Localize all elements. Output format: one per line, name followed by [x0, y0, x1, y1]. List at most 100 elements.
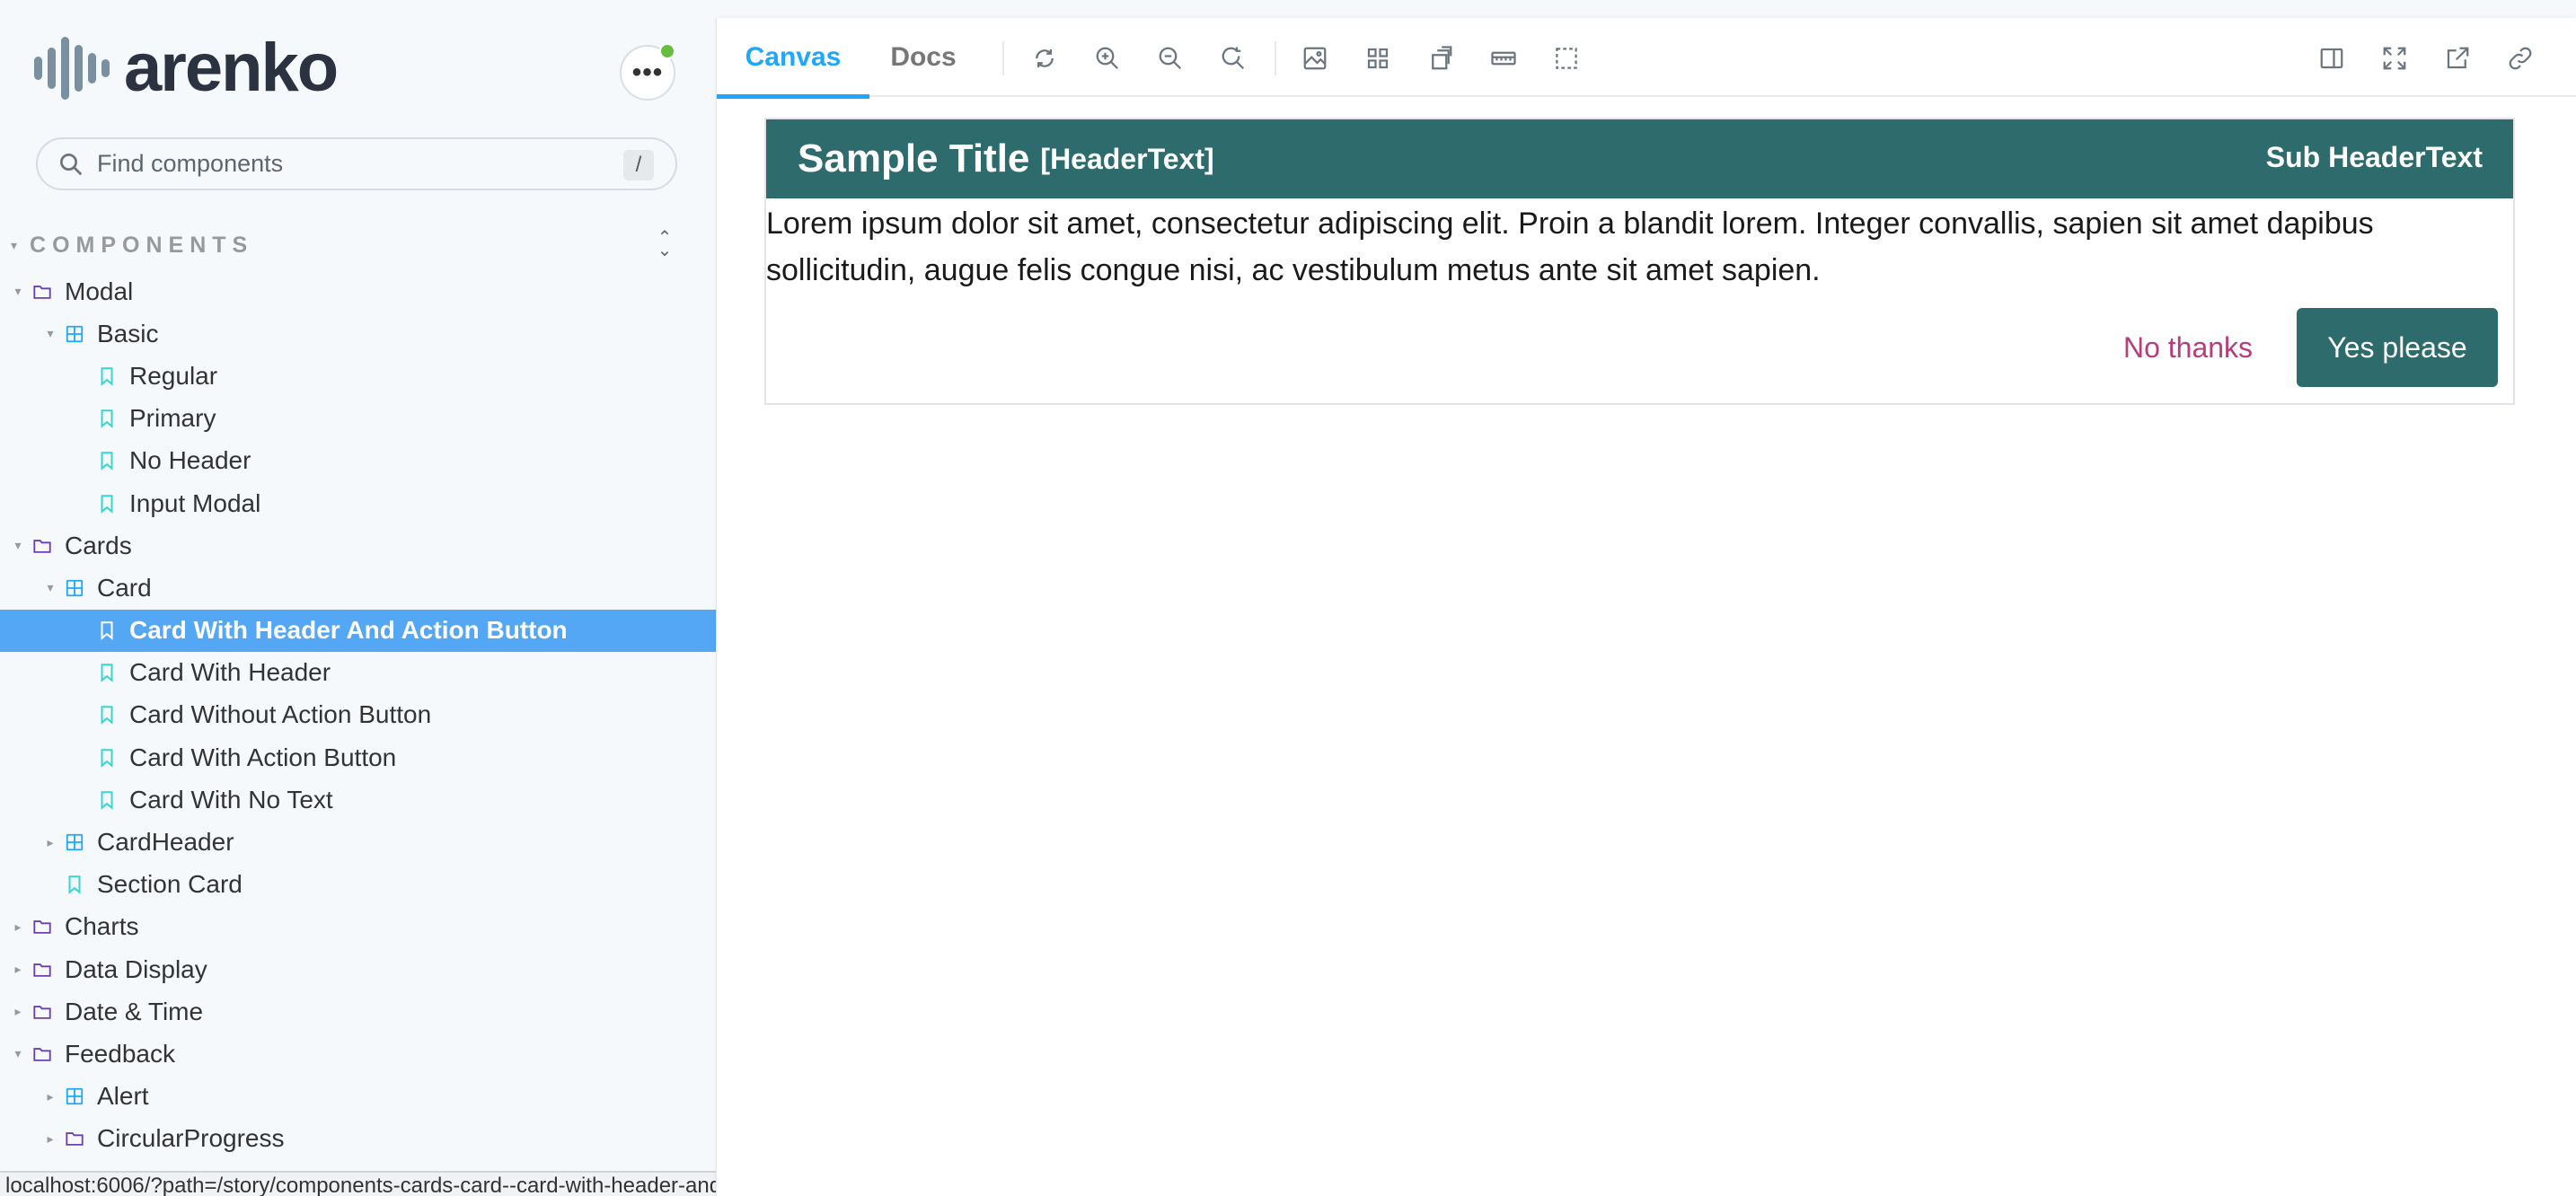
tree-item-label: Date & Time [65, 997, 204, 1025]
tree-item-label: Card With Action Button [129, 743, 397, 771]
preview-panel: Canvas Docs Sample Title [HeaderText] Su… [716, 18, 2576, 1196]
tree-item-story[interactable]: No Header [0, 440, 716, 482]
component-icon [65, 832, 84, 852]
tree-item-folder[interactable]: ▸ Charts [0, 906, 716, 948]
tab-canvas[interactable]: Canvas [717, 18, 869, 99]
tree-item-folder[interactable]: ▸ Data Display [0, 948, 716, 990]
tree-item-story[interactable]: Card With No Text [0, 778, 716, 821]
caret-right-icon: ▸ [47, 1130, 54, 1146]
tab-docs[interactable]: Docs [869, 18, 977, 97]
toolbar: Canvas Docs [717, 18, 2576, 99]
caret-right-icon: ▸ [14, 919, 22, 934]
copy-link-icon[interactable] [2503, 41, 2537, 75]
tree-item-component[interactable]: ▸ CardHeader [0, 821, 716, 863]
caret-down-icon: ▾ [14, 538, 22, 553]
toolbar-divider [1002, 41, 1004, 75]
tree-item-story[interactable]: Section Card [0, 864, 716, 906]
component-icon [65, 578, 84, 598]
components-section-header[interactable]: ▾ COMPONENTS ⌃ ⌄ [11, 229, 675, 259]
component-icon [65, 324, 84, 344]
tree-item-story[interactable]: Card With Header And Action Button [0, 609, 716, 652]
tree-item-label: CardHeader [97, 828, 234, 857]
tree-item-label: Card Without Action Button [129, 700, 432, 729]
component-tree: ▾ Modal ▾ Basic Regular Primary No Header Input… [0, 270, 716, 1160]
measure-icon[interactable] [1486, 41, 1521, 75]
open-new-tab-icon[interactable] [2440, 41, 2475, 75]
bookmark-icon [97, 620, 117, 640]
tree-item-story[interactable]: Regular [0, 355, 716, 397]
tree-item-story[interactable]: Primary [0, 398, 716, 440]
tree-item-folder[interactable]: ▾ Cards [0, 524, 716, 567]
tree-item-component[interactable]: ▸ Alert [0, 1076, 716, 1118]
caret-down-icon: ▾ [47, 580, 54, 595]
yes-please-button[interactable]: Yes please [2297, 308, 2498, 387]
caret-right-icon: ▸ [47, 834, 54, 849]
tree-item-label: Section Card [97, 870, 243, 899]
folder-icon [32, 1044, 52, 1064]
tree-item-story[interactable]: Card With Header [0, 652, 716, 694]
sync-icon[interactable] [1028, 41, 1062, 75]
search-shortcut-key: / [623, 150, 654, 180]
tree-item-story[interactable]: Card With Action Button [0, 736, 716, 778]
bookmark-icon [97, 663, 117, 683]
folder-icon [32, 282, 52, 302]
tree-item-component[interactable]: ▾ Basic [0, 312, 716, 355]
bookmark-icon [97, 366, 117, 386]
toolbar-divider [1275, 41, 1276, 75]
search-input[interactable] [97, 150, 600, 178]
tree-item-label: No Header [129, 446, 251, 475]
tree-item-component[interactable]: ▾ Card [0, 567, 716, 609]
bookmark-icon [97, 451, 117, 471]
tree-item-label: Primary [129, 404, 216, 433]
section-collapse-icon: ▾ [11, 237, 18, 252]
caret-down-icon: ▾ [14, 284, 22, 299]
tree-item-label: Feedback [65, 1039, 175, 1068]
bookmark-icon [65, 875, 84, 895]
tree-item-label: Cards [65, 531, 132, 559]
card-title: Sample Title [798, 136, 1030, 180]
card: Sample Title [HeaderText] Sub HeaderText… [764, 118, 2515, 405]
tree-item-story[interactable]: Card Without Action Button [0, 694, 716, 736]
logo-text: arenko [124, 30, 339, 106]
zoom-reset-icon[interactable] [1216, 41, 1250, 75]
tree-item-story[interactable]: Input Modal [0, 482, 716, 524]
background-icon[interactable] [1298, 41, 1332, 75]
tree-item-label: Alert [97, 1082, 149, 1111]
tree-item-folder[interactable]: ▸ Date & Time [0, 990, 716, 1033]
fullscreen-icon[interactable] [2378, 41, 2412, 75]
section-label: COMPONENTS [30, 232, 254, 258]
folder-icon [32, 960, 52, 980]
search-box[interactable]: / [36, 137, 677, 190]
tree-item-label: Basic [97, 319, 159, 347]
no-thanks-button[interactable]: No thanks [2107, 308, 2269, 387]
tree-item-label: Modal [65, 277, 134, 305]
bookmark-icon [97, 790, 117, 810]
tree-item-label: Card With No Text [129, 785, 333, 813]
tree-item-label: CircularProgress [97, 1124, 285, 1153]
brand-logo[interactable]: arenko [34, 30, 339, 106]
zoom-out-icon[interactable] [1153, 41, 1187, 75]
grid-icon[interactable] [1361, 41, 1395, 75]
tree-item-folder[interactable]: ▾ Feedback [0, 1033, 716, 1075]
search-icon [60, 153, 83, 175]
sidebar-toggle-icon[interactable] [2315, 41, 2349, 75]
tree-item-label: Card [97, 573, 152, 602]
tree-item-folder[interactable]: ▸ CircularProgress [0, 1118, 716, 1160]
tree-item-label: Input Modal [129, 488, 261, 517]
caret-down-icon: ▾ [47, 326, 54, 341]
viewport-icon[interactable] [1424, 41, 1458, 75]
bookmark-icon [97, 494, 117, 514]
expand-collapse-all-icon[interactable]: ⌃ ⌄ [654, 229, 675, 259]
tree-item-label: Data Display [65, 954, 207, 983]
tree-item-label: Regular [129, 361, 218, 390]
folder-icon [32, 536, 52, 556]
tree-item-label: Charts [65, 912, 139, 941]
zoom-in-icon[interactable] [1090, 41, 1125, 75]
card-sub-header: Sub HeaderText [2265, 141, 2483, 173]
tree-item-folder[interactable]: ▾ Modal [0, 270, 716, 312]
caret-right-icon: ▸ [14, 1004, 22, 1019]
bookmark-icon [97, 705, 117, 726]
update-status-dot [659, 43, 675, 59]
card-body-text: Lorem ipsum dolor sit amet, consectetur … [766, 207, 2374, 287]
outline-icon[interactable] [1549, 41, 1584, 75]
